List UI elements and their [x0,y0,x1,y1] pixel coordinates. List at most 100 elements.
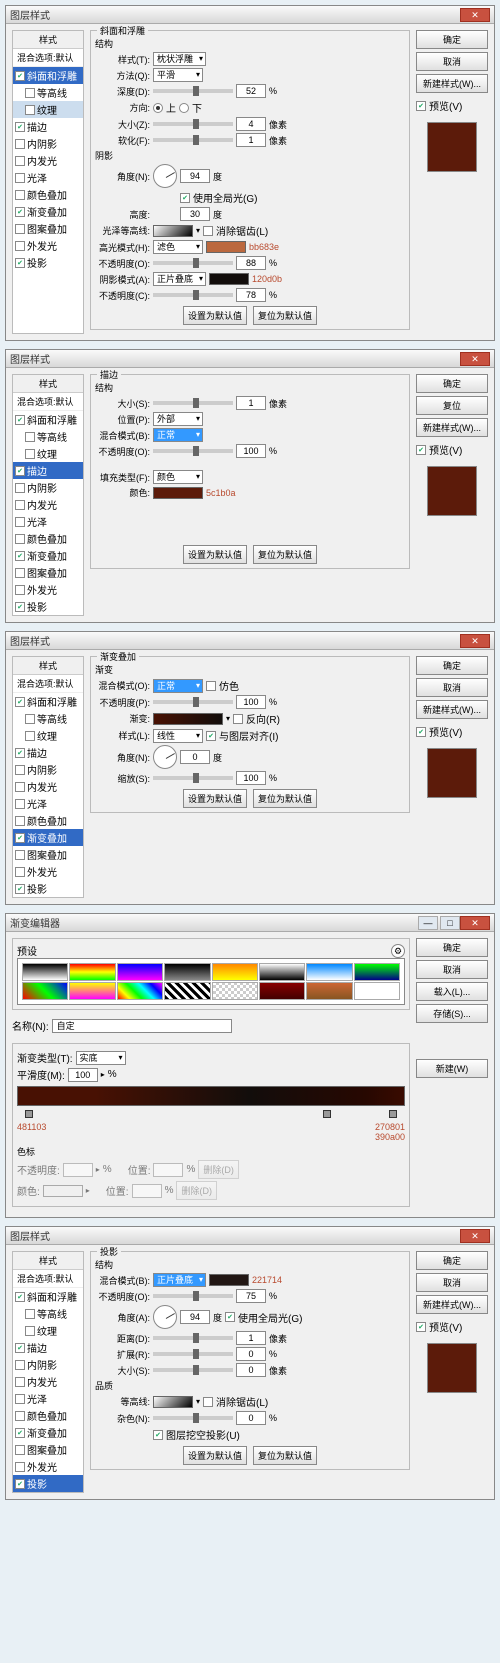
effect-checkbox[interactable] [15,1428,25,1438]
blend-dropdown[interactable]: 正片叠底 [153,1273,206,1287]
opacity-input[interactable]: 75 [236,1289,266,1303]
preset-item[interactable] [259,982,305,1000]
angle-input[interactable]: 0 [180,750,210,764]
preset-item[interactable] [69,982,115,1000]
size-input[interactable]: 4 [236,117,266,131]
preset-item[interactable] [164,982,210,1000]
gradient-style-dropdown[interactable]: 线性 [153,729,203,743]
sidebar-item[interactable]: 光泽 [13,795,83,812]
make-default-button[interactable]: 设置为默认值 [183,306,247,325]
hilite-dropdown[interactable]: 滤色 [153,240,203,254]
preset-item[interactable] [69,963,115,981]
effect-checkbox[interactable] [15,799,25,809]
effect-checkbox[interactable] [15,551,25,561]
sidebar-item[interactable]: 颜色叠加 [13,186,83,203]
close-icon[interactable]: ✕ [460,352,490,366]
make-default-button[interactable]: 设置为默认值 [183,1446,247,1465]
size-slider[interactable] [153,122,233,126]
save-button[interactable]: 存储(S)... [416,1004,488,1023]
effect-checkbox[interactable] [15,517,25,527]
effect-checkbox[interactable] [15,1343,25,1353]
sidebar-item[interactable]: 斜面和浮雕 [13,1288,83,1305]
effect-checkbox[interactable] [15,483,25,493]
angle-dial[interactable] [153,1305,177,1329]
effect-checkbox[interactable] [15,207,25,217]
effect-checkbox[interactable] [15,1394,25,1404]
sidebar-item[interactable]: 光泽 [13,1390,83,1407]
sidebar-item[interactable]: 内发光 [13,152,83,169]
noise-slider[interactable] [153,1416,233,1420]
preset-item[interactable] [306,963,352,981]
reset-default-button[interactable]: 复位为默认值 [253,545,317,564]
dir-down-radio[interactable] [179,103,189,113]
shadow-dropdown[interactable]: 正片叠底 [153,272,206,286]
effect-checkbox[interactable] [15,816,25,826]
titlebar[interactable]: 图层样式✕ [6,632,494,650]
sidebar-item[interactable]: 描边 [13,1339,83,1356]
contour-picker[interactable] [153,225,193,237]
ok-button[interactable]: 确定 [416,1251,488,1270]
sidebar-item[interactable]: 内阴影 [13,135,83,152]
hilite-op-input[interactable]: 88 [236,256,266,270]
maximize-icon[interactable]: □ [440,916,460,930]
effect-checkbox[interactable] [15,415,25,425]
opacity-slider[interactable] [153,1294,233,1298]
antialias-checkbox[interactable] [203,226,213,236]
sidebar-item[interactable]: 图案叠加 [13,846,83,863]
depth-slider[interactable] [153,89,233,93]
effect-checkbox[interactable] [15,782,25,792]
effect-checkbox[interactable] [15,585,25,595]
preset-item[interactable] [212,963,258,981]
sidebar-item[interactable]: 等高线 [13,84,83,101]
shadow-color[interactable] [209,1274,249,1286]
gradient-bar[interactable] [17,1086,405,1106]
size-input[interactable]: 0 [236,1363,266,1377]
sidebar-item[interactable]: 内发光 [13,778,83,795]
shadow-op-input[interactable]: 78 [236,288,266,302]
sidebar-item[interactable]: 等高线 [13,710,83,727]
effect-checkbox[interactable] [15,602,25,612]
angle-input[interactable]: 94 [180,169,210,183]
preset-item[interactable] [117,982,163,1000]
gradient-stop[interactable] [25,1110,33,1118]
make-default-button[interactable]: 设置为默认值 [183,545,247,564]
spread-slider[interactable] [153,1352,233,1356]
preset-item[interactable] [117,963,163,981]
sidebar-item[interactable]: 图案叠加 [13,564,83,581]
altitude-input[interactable]: 30 [180,207,210,221]
titlebar[interactable]: 图层样式✕ [6,1227,494,1245]
effect-checkbox[interactable] [15,241,25,251]
effect-checkbox[interactable] [25,88,35,98]
effect-checkbox[interactable] [15,1462,25,1472]
effect-checkbox[interactable] [15,258,25,268]
style-dropdown[interactable]: 枕状浮雕 [153,52,206,66]
sidebar-item[interactable]: 斜面和浮雕 [13,411,83,428]
sidebar-item[interactable]: 投影 [13,254,83,271]
preset-item[interactable] [22,963,68,981]
sidebar-item[interactable]: 外发光 [13,863,83,880]
cancel-button[interactable]: 取消 [416,52,488,71]
sidebar-item[interactable]: 纹理 [13,727,83,744]
opacity-input[interactable]: 100 [236,444,266,458]
sidebar-item[interactable]: 内发光 [13,1373,83,1390]
effect-checkbox[interactable] [15,139,25,149]
effect-checkbox[interactable] [15,850,25,860]
effect-checkbox[interactable] [25,1309,35,1319]
shadow-color[interactable] [209,273,249,285]
effect-checkbox[interactable] [25,432,35,442]
cancel-button[interactable]: 取消 [416,960,488,979]
close-icon[interactable]: ✕ [460,8,490,22]
ok-button[interactable]: 确定 [416,656,488,675]
gradient-type-dropdown[interactable]: 实底 [76,1051,126,1065]
angle-dial[interactable] [153,164,177,188]
soften-input[interactable]: 1 [236,133,266,147]
preset-item[interactable] [164,963,210,981]
cancel-button[interactable]: 复位 [416,396,488,415]
stroke-color[interactable] [153,487,203,499]
sidebar-item[interactable]: 描边 [13,118,83,135]
sidebar-item[interactable]: 内阴影 [13,1356,83,1373]
load-button[interactable]: 载入(L)... [416,982,488,1001]
ok-button[interactable]: 确定 [416,938,488,957]
new-button[interactable]: 新建(W) [416,1059,488,1078]
sidebar-item[interactable]: 渐变叠加 [13,203,83,220]
